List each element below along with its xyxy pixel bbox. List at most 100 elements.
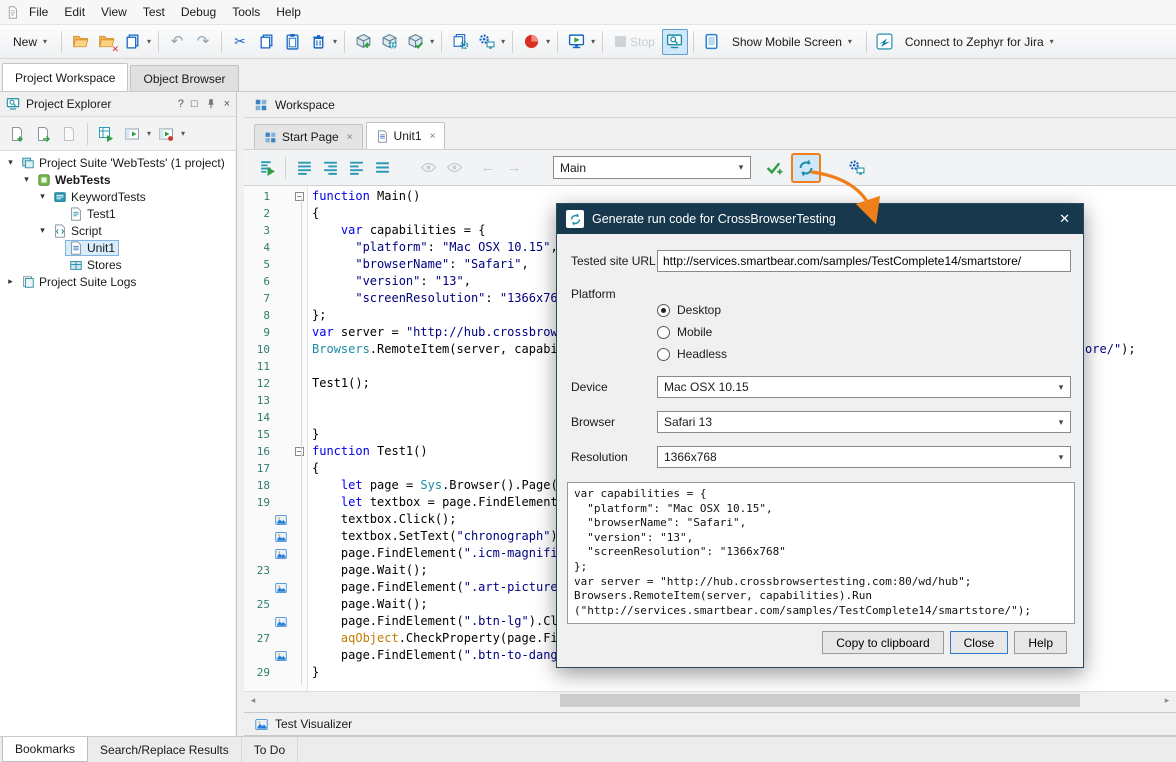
bottom-tab-search-replace-results[interactable]: Search/Replace Results (88, 737, 242, 762)
test-visualizer-bar[interactable]: Test Visualizer (244, 712, 1176, 736)
fold-collapse-icon[interactable]: − (295, 447, 304, 456)
cut-button[interactable]: ✂ (227, 29, 253, 55)
organize-items-button[interactable] (93, 121, 119, 147)
generate-run-code-button[interactable] (791, 153, 821, 183)
bottom-tab-bookmarks[interactable]: Bookmarks (2, 737, 88, 762)
menu-test[interactable]: Test (135, 1, 173, 23)
doc-tab-start-page[interactable]: Start Page× (254, 124, 363, 149)
new-button[interactable]: New▾ (6, 32, 56, 52)
visualizer-frame-icon[interactable] (274, 650, 292, 662)
tree-item-stores[interactable]: Stores (0, 256, 235, 273)
open-file-button[interactable] (67, 29, 93, 55)
editor-settings-button[interactable] (843, 155, 869, 181)
visualizer-frame-icon[interactable] (274, 514, 292, 526)
tree-item-script[interactable]: ▾Script (0, 222, 235, 239)
tab-project-workspace[interactable]: Project Workspace (2, 63, 128, 91)
format-code-button[interactable] (291, 155, 317, 181)
menu-tools[interactable]: Tools (224, 1, 268, 23)
run-project-dropdown-icon[interactable]: ▾ (147, 129, 151, 138)
browser-select[interactable]: Safari 13▾ (657, 411, 1071, 433)
tools-options-button[interactable] (473, 29, 499, 55)
close-file-button[interactable]: ✕ (93, 29, 119, 55)
expander-expanded-icon[interactable]: ▾ (36, 191, 49, 202)
bottom-tab-to-do[interactable]: To Do (242, 737, 298, 762)
add-existing-item-button[interactable] (30, 121, 56, 147)
save-dropdown-icon[interactable]: ▾ (147, 37, 151, 46)
radio-desktop[interactable]: Desktop (657, 299, 727, 321)
add-web-testing-button[interactable] (376, 29, 402, 55)
menu-help[interactable]: Help (268, 1, 309, 23)
help-button[interactable]: Help (1014, 631, 1067, 654)
pin-panel-button[interactable] (205, 98, 217, 110)
add-new-item-button[interactable] (350, 29, 376, 55)
tested-site-url-input[interactable] (657, 250, 1071, 272)
dialog-header[interactable]: Generate run code for CrossBrowserTestin… (557, 204, 1083, 234)
menu-file[interactable]: File (21, 1, 56, 23)
tree-item-unit1[interactable]: Unit1 (0, 239, 235, 256)
scroll-right-icon[interactable]: ▸ (1159, 693, 1175, 708)
close-tab-icon[interactable]: × (430, 131, 436, 142)
close-dialog-button[interactable]: ✕ (1055, 211, 1074, 227)
record-dropdown-icon[interactable]: ▾ (546, 37, 550, 46)
run-project-suite-button[interactable] (153, 121, 179, 147)
close-panel-button[interactable]: × (224, 98, 230, 110)
resolution-select[interactable]: 1366x768▾ (657, 446, 1071, 468)
horizontal-scrollbar[interactable]: ◂ ▸ (244, 691, 1176, 708)
run-routine-button[interactable] (254, 155, 280, 181)
expander-expanded-icon[interactable]: ▾ (4, 157, 17, 168)
device-select[interactable]: Mac OSX 10.15▾ (657, 376, 1071, 398)
fold-collapse-icon[interactable]: − (295, 192, 304, 201)
add-check-button[interactable] (761, 155, 787, 181)
add-checkpoint-button[interactable] (402, 29, 428, 55)
indent-left-button[interactable] (343, 155, 369, 181)
run-project-button[interactable] (119, 121, 145, 147)
float-window-button[interactable]: □ (191, 98, 198, 110)
tree-item-project-suite-webtests-1-project[interactable]: ▾Project Suite 'WebTests' (1 project) (0, 154, 235, 171)
tools-dropdown-icon[interactable]: ▾ (501, 37, 505, 46)
run-dropdown-icon[interactable]: ▾ (591, 37, 595, 46)
mobile-screen-icon-button[interactable] (699, 29, 725, 55)
copy-to-clipboard-button[interactable]: Copy to clipboard (822, 631, 943, 654)
indent-right-button[interactable] (317, 155, 343, 181)
close-button[interactable]: Close (950, 631, 1009, 654)
expander-expanded-icon[interactable]: ▾ (20, 174, 33, 185)
zephyr-icon-button[interactable] (872, 29, 898, 55)
tree-item-test1[interactable]: Test1 (0, 205, 235, 222)
visualizer-frame-icon[interactable] (274, 616, 292, 628)
hide-code-button[interactable] (441, 155, 467, 181)
tab-object-browser[interactable]: Object Browser (130, 65, 238, 91)
help-button[interactable]: ? (178, 98, 184, 110)
toggle-visualizer-button[interactable] (662, 29, 688, 55)
routine-select[interactable]: Main▾ (553, 156, 751, 179)
scroll-left-icon[interactable]: ◂ (245, 693, 261, 708)
add-new-item-button[interactable] (4, 121, 30, 147)
run-test-button[interactable] (563, 29, 589, 55)
tree-item-keywordtests[interactable]: ▾KeywordTests (0, 188, 235, 205)
navigate-forward-button[interactable]: → (501, 155, 527, 181)
stop-button[interactable]: Stop (608, 32, 662, 52)
menu-edit[interactable]: Edit (56, 1, 93, 23)
menu-debug[interactable]: Debug (173, 1, 224, 23)
expander-collapsed-icon[interactable]: ▸ (4, 276, 17, 287)
navigate-back-button[interactable]: ← (475, 155, 501, 181)
delete-button[interactable] (305, 29, 331, 55)
undo-button[interactable]: ↶ (164, 29, 190, 55)
connect-zephyr-button[interactable]: Connect to Zephyr for Jira▾ (898, 32, 1063, 52)
doc-tab-unit1[interactable]: Unit1× (366, 122, 446, 149)
visualizer-frame-icon[interactable] (274, 531, 292, 543)
tree-item-project-suite-logs[interactable]: ▸Project Suite Logs (0, 273, 235, 290)
visualizer-frame-icon[interactable] (274, 582, 292, 594)
redo-button[interactable]: ↷ (190, 29, 216, 55)
paste-button[interactable] (279, 29, 305, 55)
tree-item-webtests[interactable]: ▾WebTests (0, 171, 235, 188)
compare-files-button[interactable] (447, 29, 473, 55)
show-mobile-screen-button[interactable]: Show Mobile Screen▾ (725, 32, 861, 52)
checkpoint-dropdown-icon[interactable]: ▾ (430, 37, 434, 46)
radio-headless[interactable]: Headless (657, 343, 727, 365)
save-all-button[interactable] (119, 29, 145, 55)
run-suite-dropdown-icon[interactable]: ▾ (181, 129, 185, 138)
visualizer-frame-icon[interactable] (274, 548, 292, 560)
scrollbar-thumb[interactable] (560, 694, 1080, 707)
menu-view[interactable]: View (93, 1, 135, 23)
record-test-button[interactable] (518, 29, 544, 55)
